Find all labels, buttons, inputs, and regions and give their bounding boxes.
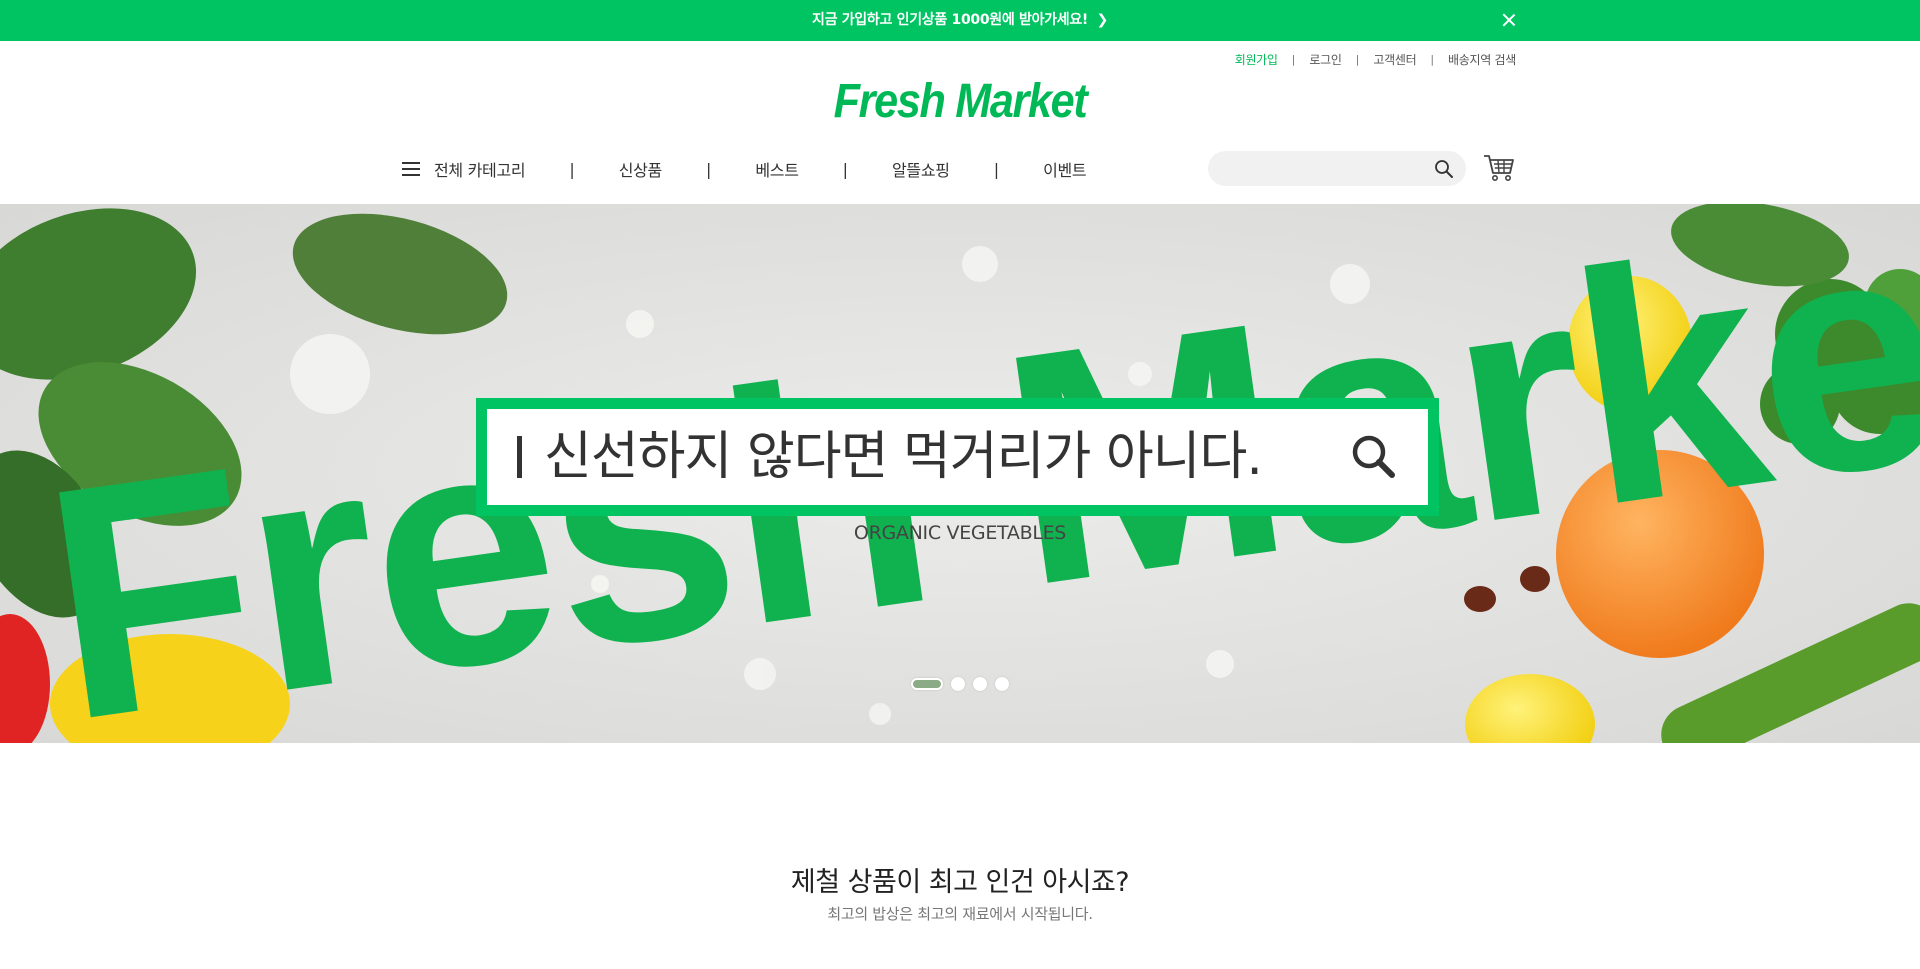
- utility-nav: 회원가입 | 로그인 | 고객센터 | 배송지역 검색: [1200, 50, 1517, 68]
- site-logo[interactable]: Fresh Market: [96, 72, 1824, 132]
- nav-item-new-products[interactable]: 신상품: [619, 157, 663, 181]
- hero-banner[interactable]: Fresh Market 신선하지 않다면 먹거리가 아니다. ORGANIC …: [0, 204, 1920, 743]
- carousel-dot-4[interactable]: [995, 677, 1009, 691]
- delivery-area-search-link[interactable]: 배송지역 검색: [1448, 51, 1516, 68]
- carousel-dot-3[interactable]: [973, 677, 987, 691]
- hero-search-text: 신선하지 않다면 먹거리가 아니다.: [544, 427, 1263, 487]
- section-subtitle: 최고의 밥상은 최고의 재료에서 시작됩니다.: [827, 905, 1093, 923]
- hero-search-box[interactable]: 신선하지 않다면 먹거리가 아니다.: [476, 398, 1439, 516]
- nav-item-bargain-shopping[interactable]: 알뜰쇼핑: [892, 157, 950, 181]
- header-search: [1208, 151, 1466, 186]
- section-title: 제철 상품이 최고 인건 아시죠?: [790, 867, 1130, 898]
- promo-banner-link[interactable]: 지금 가입하고 인기상품 1000원에 받아가세요! ❯: [0, 0, 1920, 41]
- hero-search-phrase: 신선하지 않다면 먹거리가 아니다.: [517, 409, 1263, 505]
- promo-banner-text: 지금 가입하고 인기상품 1000원에 받아가세요!: [811, 12, 1088, 28]
- carousel-dot-1[interactable]: [911, 678, 943, 690]
- customer-center-link[interactable]: 고객센터: [1373, 51, 1416, 68]
- nav-separator: |: [705, 159, 712, 179]
- nav-separator: |: [842, 159, 849, 179]
- text-cursor: [517, 436, 522, 478]
- util-separator: |: [1430, 52, 1435, 66]
- main-nav: 전체 카테고리 | 신상품 | 베스트 | 알뜰쇼핑 | 이벤트: [402, 154, 1087, 184]
- hero-subtitle: ORGANIC VEGETABLES: [853, 522, 1067, 544]
- carousel-dot-2[interactable]: [951, 677, 965, 691]
- search-icon[interactable]: [1434, 159, 1454, 179]
- search-input[interactable]: [1224, 151, 1424, 186]
- nav-item-events[interactable]: 이벤트: [1043, 157, 1087, 181]
- login-link[interactable]: 로그인: [1309, 51, 1342, 68]
- close-icon[interactable]: [1500, 11, 1518, 29]
- search-icon[interactable]: [1350, 433, 1398, 481]
- util-separator: |: [1291, 52, 1296, 66]
- chevron-right-icon: ❯: [1096, 12, 1109, 28]
- carousel-pagination: [0, 677, 1920, 691]
- nav-item-best[interactable]: 베스트: [755, 157, 799, 181]
- util-separator: |: [1355, 52, 1360, 66]
- nav-separator: |: [569, 159, 575, 179]
- cart-icon[interactable]: [1482, 151, 1516, 185]
- top-promo-banner[interactable]: 지금 가입하고 인기상품 1000원에 받아가세요! ❯: [0, 0, 1920, 41]
- nav-item-all-categories[interactable]: 전체 카테고리: [434, 157, 526, 181]
- signup-link[interactable]: 회원가입: [1235, 51, 1278, 68]
- hamburger-icon[interactable]: [402, 162, 420, 176]
- nav-separator: |: [993, 159, 1000, 179]
